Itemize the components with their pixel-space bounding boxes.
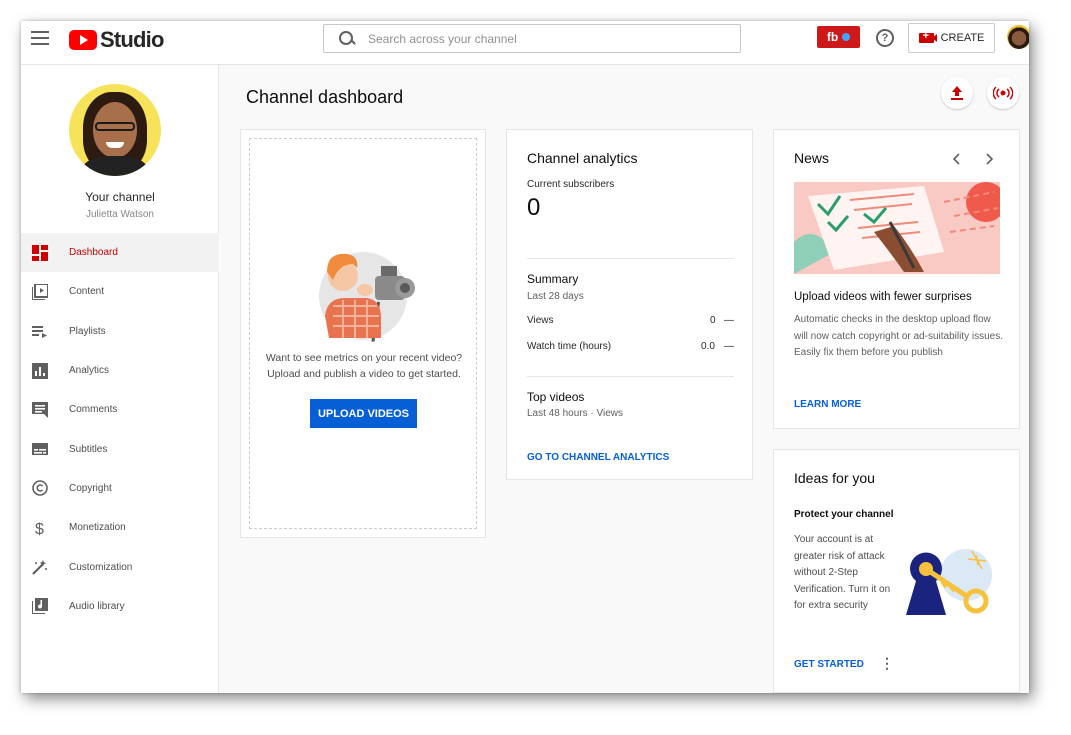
ideas-body: Your account is at greater risk of attac… — [794, 534, 891, 611]
fb-extension-button[interactable]: fb — [817, 26, 860, 48]
sidebar-item-customization[interactable]: Customization — [21, 547, 219, 586]
content-icon — [32, 283, 48, 300]
status-dot-icon — [842, 33, 851, 41]
go-live-button[interactable] — [987, 77, 1019, 109]
chevron-left-icon[interactable] — [952, 153, 962, 165]
create-button[interactable]: CREATE — [908, 23, 995, 53]
search-input[interactable] — [368, 31, 708, 46]
more-options-icon[interactable]: ⋮ — [880, 655, 894, 672]
playlists-icon — [32, 323, 48, 339]
upload-icon — [951, 86, 963, 100]
top-bar: Studio fb ? CREATE — [21, 21, 1029, 65]
monetization-icon: $ — [32, 520, 48, 536]
top-videos-period: Last 48 hours · Views — [527, 408, 623, 419]
sidebar-item-monetization[interactable]: $ Monetization — [21, 508, 219, 547]
sidebar-item-label: Monetization — [69, 522, 126, 534]
page-title: Channel dashboard — [246, 87, 404, 107]
sidebar-item-label: Copyright — [69, 482, 112, 494]
views-label: Views — [527, 315, 554, 326]
help-icon[interactable]: ? — [876, 29, 894, 47]
news-illustration — [794, 182, 1000, 274]
channel-avatar[interactable] — [69, 84, 161, 176]
search-icon[interactable] — [336, 28, 364, 50]
go-to-channel-analytics-link[interactable]: GO TO CHANNEL ANALYTICS — [527, 452, 669, 463]
channel-name: Julietta Watson — [86, 209, 154, 220]
sidebar-item-content[interactable]: Content — [21, 272, 219, 311]
youtube-studio-logo[interactable]: Studio — [69, 27, 164, 52]
views-value: 0 — [710, 315, 716, 326]
live-icon — [993, 86, 1013, 100]
svg-text:$: $ — [35, 521, 44, 536]
news-body: Automatic checks in the desktop upload f… — [794, 314, 1003, 358]
sidebar-item-comments[interactable]: Comments — [21, 390, 219, 429]
sidebar-item-label: Dashboard — [69, 247, 118, 259]
audio-library-icon — [32, 598, 48, 615]
analytics-title: Channel analytics — [527, 150, 638, 166]
summary-title: Summary — [527, 272, 579, 286]
ideas-card: Ideas for you Protect your channel Your … — [773, 449, 1020, 693]
sidebar-item-label: Analytics — [69, 365, 110, 377]
sidebar: Your channel Julietta Watson Dashboard C… — [21, 65, 219, 693]
watch-time-trend: — — [724, 341, 734, 352]
sidebar-item-audio-library[interactable]: Audio library — [21, 587, 219, 626]
sidebar-item-label: Playlists — [69, 325, 106, 337]
views-trend: — — [724, 315, 734, 326]
get-started-link[interactable]: GET STARTED — [794, 659, 864, 670]
studio-window: Studio fb ? CREATE Your channel Julietta… — [21, 21, 1029, 693]
subscribers-label: Current subscribers — [527, 179, 615, 190]
watch-time-label: Watch time (hours) — [527, 341, 612, 352]
sidebar-item-analytics[interactable]: Analytics — [21, 351, 219, 390]
learn-more-link[interactable]: LEARN MORE — [794, 399, 861, 410]
youtube-play-icon — [69, 30, 97, 50]
security-key-illustration — [906, 549, 992, 615]
sidebar-item-label: Comments — [69, 404, 118, 416]
upload-video-card: Want to see metrics on your recent video… — [240, 129, 486, 538]
sidebar-item-subtitles[interactable]: Subtitles — [21, 429, 219, 468]
camera-operator-illustration — [319, 252, 415, 342]
summary-period: Last 28 days — [527, 291, 584, 302]
your-channel-label: Your channel — [85, 190, 155, 204]
search-bar[interactable] — [323, 24, 741, 53]
comments-icon — [32, 401, 48, 418]
dashboard-icon — [32, 244, 48, 261]
upload-button[interactable] — [941, 77, 973, 109]
logo-text: Studio — [100, 27, 164, 52]
create-label: CREATE — [940, 32, 985, 44]
ideas-subtitle: Protect your channel — [794, 509, 894, 520]
news-card: News Upload videos with fewer surprises … — [773, 129, 1020, 429]
analytics-icon — [32, 362, 48, 379]
copyright-icon — [32, 480, 48, 497]
subtitles-icon — [32, 441, 48, 457]
menu-icon[interactable] — [31, 31, 49, 45]
ideas-title: Ideas for you — [794, 470, 875, 486]
sidebar-item-label: Content — [69, 286, 105, 298]
sidebar-item-label: Subtitles — [69, 443, 108, 455]
sidebar-item-dashboard[interactable]: Dashboard — [21, 233, 219, 273]
watch-time-value: 0.0 — [701, 341, 715, 352]
sidebar-item-label: Audio library — [69, 600, 125, 612]
chevron-right-icon[interactable] — [984, 153, 994, 165]
sidebar-item-label: Customization — [69, 561, 133, 573]
channel-analytics-card: Channel analytics Current subscribers 0 … — [506, 129, 753, 480]
sidebar-item-playlists[interactable]: Playlists — [21, 312, 219, 351]
upload-message-line1: Want to see metrics on your recent video… — [265, 352, 463, 364]
sidebar-nav: Dashboard Content Playlists Analytics Co… — [21, 233, 219, 626]
upload-videos-button[interactable]: UPLOAD VIDEOS — [310, 399, 417, 428]
news-title: News — [794, 150, 830, 166]
account-avatar[interactable] — [1007, 25, 1029, 49]
subscribers-value: 0 — [527, 194, 541, 221]
news-headline: Upload videos with fewer surprises — [794, 291, 972, 303]
top-videos-title: Top videos — [527, 390, 585, 404]
sidebar-item-copyright[interactable]: Copyright — [21, 469, 219, 508]
fb-label: fb — [826, 30, 839, 44]
create-video-icon — [918, 30, 937, 43]
customization-icon — [32, 559, 48, 575]
upload-message-line2: Upload and publish a video to get starte… — [267, 368, 461, 380]
